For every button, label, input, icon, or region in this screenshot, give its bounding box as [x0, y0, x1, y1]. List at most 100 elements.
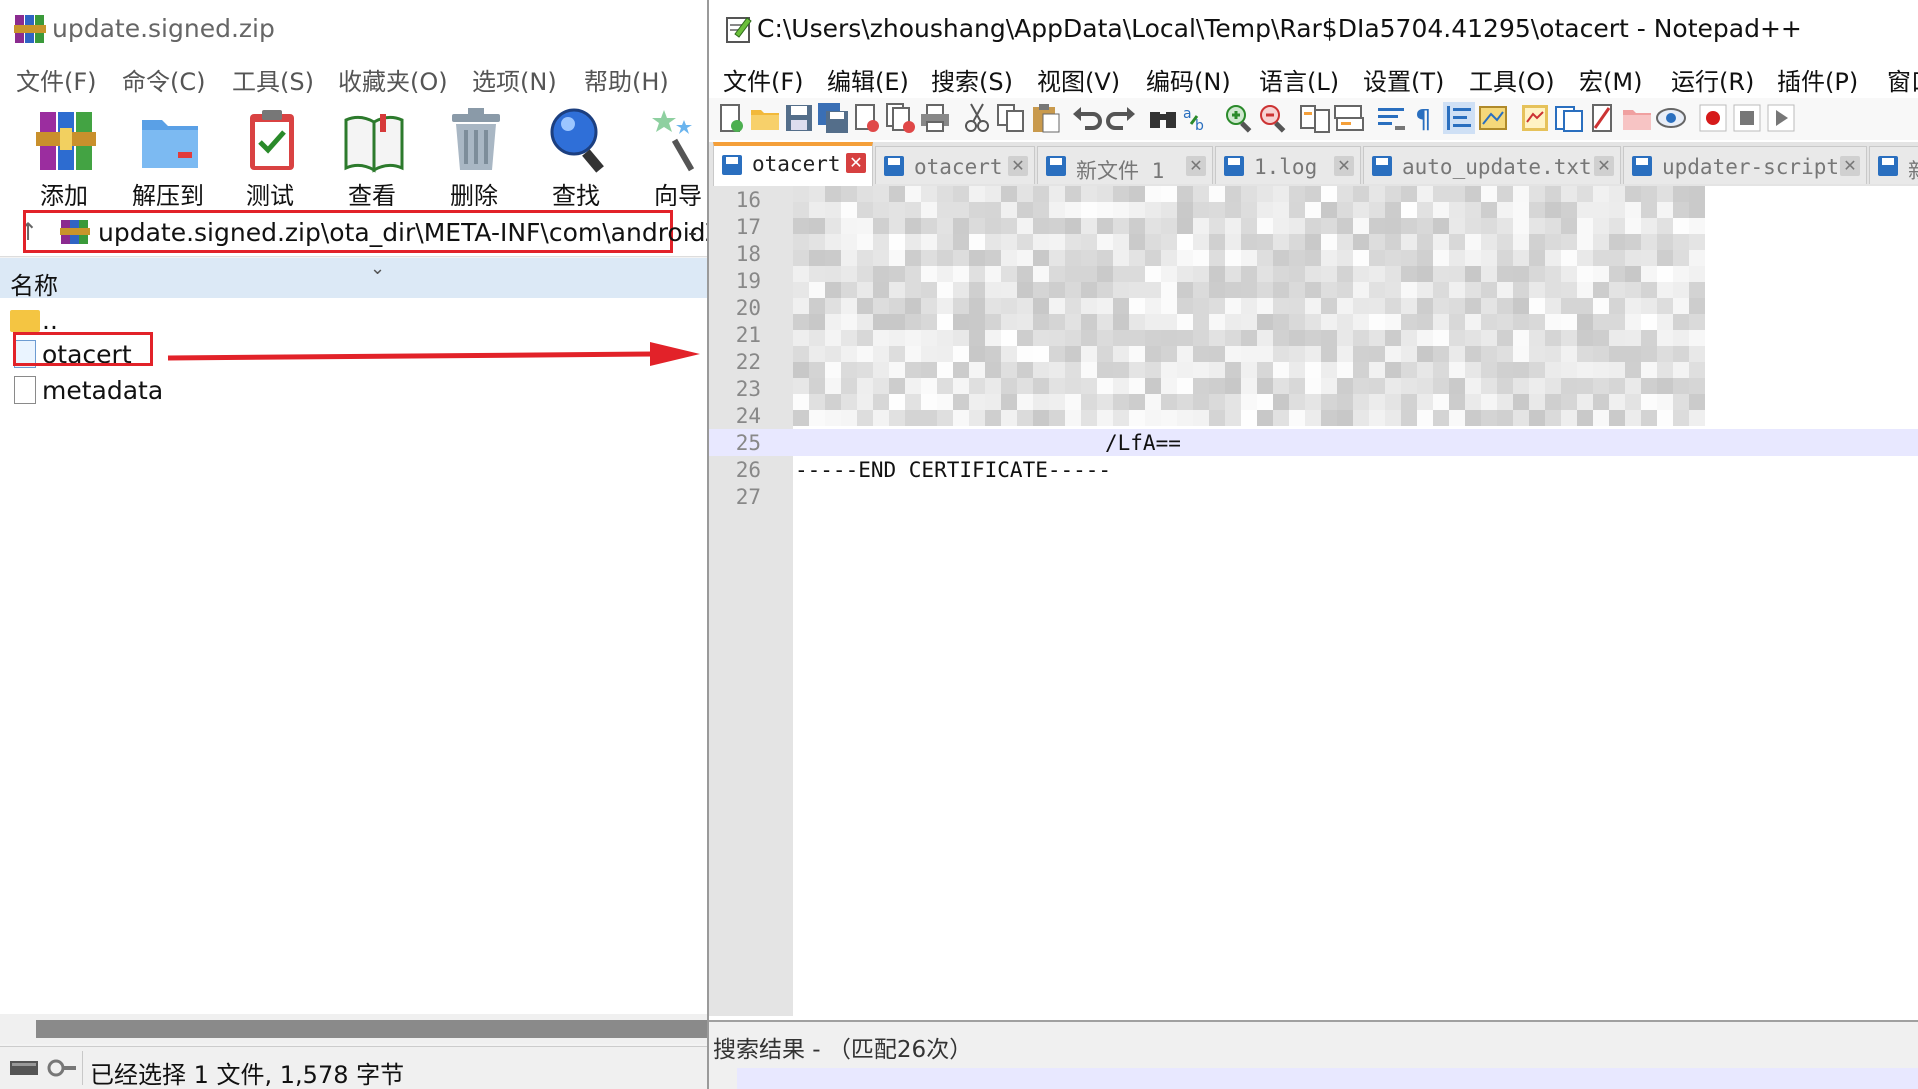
np-menu-macro[interactable]: 宏(M) — [1579, 62, 1642, 97]
save-icon[interactable] — [783, 102, 815, 134]
show-all-chars-icon[interactable]: ¶ — [1409, 102, 1441, 134]
np-menu-run[interactable]: 运行(R) — [1671, 62, 1754, 97]
redaction-pixel — [1625, 186, 1641, 202]
function-list-icon[interactable] — [1519, 102, 1551, 134]
redaction-pixel — [1033, 186, 1049, 202]
np-menu-view[interactable]: 视图(V) — [1037, 62, 1120, 97]
redaction-pixel — [1225, 202, 1241, 218]
play-macro-icon[interactable] — [1765, 102, 1797, 134]
word-wrap-icon[interactable] — [1375, 102, 1407, 134]
monitor-folder-icon[interactable] — [1621, 102, 1653, 134]
view-button[interactable]: 查看 — [326, 102, 418, 210]
redaction-pixel — [1593, 330, 1609, 346]
redaction-pixel — [937, 394, 953, 410]
tab-1-log[interactable]: 1.log ✕ — [1215, 146, 1361, 184]
close-tab-icon[interactable]: ✕ — [1840, 156, 1860, 176]
zoom-out-icon[interactable] — [1257, 102, 1289, 134]
close-tab-icon[interactable]: ✕ — [846, 153, 866, 173]
menu-help[interactable]: 帮助(H) — [584, 62, 669, 97]
np-menu-search[interactable]: 搜索(S) — [931, 62, 1013, 97]
record-macro-icon[interactable] — [1697, 102, 1729, 134]
redaction-pixel — [809, 250, 825, 266]
scrollbar-thumb[interactable] — [36, 1020, 710, 1038]
redaction-pixel — [1353, 218, 1369, 234]
redo-icon[interactable] — [1105, 102, 1137, 134]
close-tab-icon[interactable]: ✕ — [1008, 156, 1028, 176]
redaction-pixel — [1593, 218, 1609, 234]
close-all-icon[interactable] — [885, 102, 917, 134]
tab-updater-script[interactable]: updater-script ✕ — [1623, 146, 1867, 184]
redaction-pixel — [1001, 250, 1017, 266]
np-menu-settings[interactable]: 设置(T) — [1363, 62, 1444, 97]
doc-map-icon[interactable] — [1477, 102, 1509, 134]
cut-icon[interactable] — [961, 102, 993, 134]
redaction-pixel — [889, 394, 905, 410]
redaction-pixel — [1305, 266, 1321, 282]
wizard-button[interactable]: 向导 — [632, 102, 710, 210]
np-menu-file[interactable]: 文件(F) — [723, 62, 804, 97]
redaction-pixel — [841, 330, 857, 346]
redaction-pixel — [953, 314, 969, 330]
delete-button[interactable]: 删除 — [428, 102, 520, 210]
sync-horizontal-icon[interactable] — [1333, 102, 1365, 134]
test-button[interactable]: 测试 — [224, 102, 316, 210]
redaction-pixel — [1225, 346, 1241, 362]
list-item-metadata[interactable]: metadata — [0, 372, 710, 408]
np-menu-window[interactable]: 窗口 — [1887, 62, 1918, 97]
np-menu-edit[interactable]: 编辑(E) — [827, 62, 909, 97]
redaction-pixel — [1337, 250, 1353, 266]
search-result-row[interactable] — [737, 1068, 1918, 1089]
close-tab-icon[interactable]: ✕ — [1334, 156, 1354, 176]
new-file-icon[interactable] — [715, 102, 747, 134]
np-menu-tools[interactable]: 工具(O) — [1469, 62, 1555, 97]
indent-guide-icon[interactable] — [1443, 102, 1475, 134]
redaction-pixel — [809, 346, 825, 362]
np-menu-encoding[interactable]: 编码(N) — [1146, 62, 1231, 97]
eye-monitor-icon[interactable] — [1655, 102, 1687, 134]
code-editor[interactable]: 16 17 18 19 20 21 22 23 24 25 /LfA== 26 … — [709, 186, 1918, 1016]
address-path[interactable]: update.signed.zip\ota_dir\META-INF\com\a… — [98, 218, 706, 247]
print-icon[interactable] — [919, 102, 951, 134]
redaction-pixel — [1641, 394, 1657, 410]
redaction-pixel — [1161, 298, 1177, 314]
folder-workspace-icon[interactable] — [1553, 102, 1585, 134]
redaction-pixel — [1145, 362, 1161, 378]
close-tab-icon[interactable]: ✕ — [1186, 156, 1206, 176]
menu-command[interactable]: 命令(C) — [122, 62, 205, 97]
add-button[interactable]: 添加 — [18, 102, 110, 210]
find-binoculars-icon[interactable] — [1147, 102, 1179, 134]
extract-to-button[interactable]: 解压到 — [122, 102, 214, 210]
copy-icon[interactable] — [995, 102, 1027, 134]
close-tab-icon[interactable]: ✕ — [1594, 156, 1614, 176]
find-button[interactable]: 查找 — [530, 102, 622, 210]
redaction-pixel — [1273, 346, 1289, 362]
np-menu-plugins[interactable]: 插件(P) — [1777, 62, 1858, 97]
sync-vertical-icon[interactable] — [1299, 102, 1331, 134]
horizontal-scrollbar[interactable] — [0, 1014, 710, 1044]
redaction-pixel — [841, 250, 857, 266]
menu-favorites[interactable]: 收藏夹(O) — [338, 62, 448, 97]
close-file-icon[interactable] — [851, 102, 883, 134]
menu-options[interactable]: 选项(N) — [472, 62, 557, 97]
tab-new-partial[interactable]: 新 — [1869, 146, 1918, 184]
column-name-header[interactable]: 名称 — [10, 266, 58, 301]
menu-tools[interactable]: 工具(S) — [232, 62, 314, 97]
menu-file[interactable]: 文件(F) — [16, 62, 97, 97]
paste-icon[interactable] — [1029, 102, 1061, 134]
undo-icon[interactable] — [1071, 102, 1103, 134]
redaction-pixel — [1465, 330, 1481, 346]
redaction-pixel — [1129, 362, 1145, 378]
replace-icon[interactable]: ab — [1181, 102, 1213, 134]
tab-otacert-active[interactable]: otacert ✕ — [713, 142, 873, 186]
zoom-in-icon[interactable] — [1223, 102, 1255, 134]
open-file-icon[interactable] — [749, 102, 781, 134]
stop-macro-icon[interactable] — [1731, 102, 1763, 134]
doc-switcher-icon[interactable] — [1587, 102, 1619, 134]
tab-otacert[interactable]: otacert ✕ — [875, 146, 1035, 184]
np-menu-language[interactable]: 语言(L) — [1259, 62, 1339, 97]
redaction-pixel — [1385, 394, 1401, 410]
redaction-pixel — [1321, 330, 1337, 346]
tab-new-file-1[interactable]: 新文件 1 ✕ — [1037, 146, 1213, 184]
save-all-icon[interactable] — [817, 102, 849, 134]
tab-auto-update[interactable]: auto_update.txt ✕ — [1363, 146, 1621, 184]
